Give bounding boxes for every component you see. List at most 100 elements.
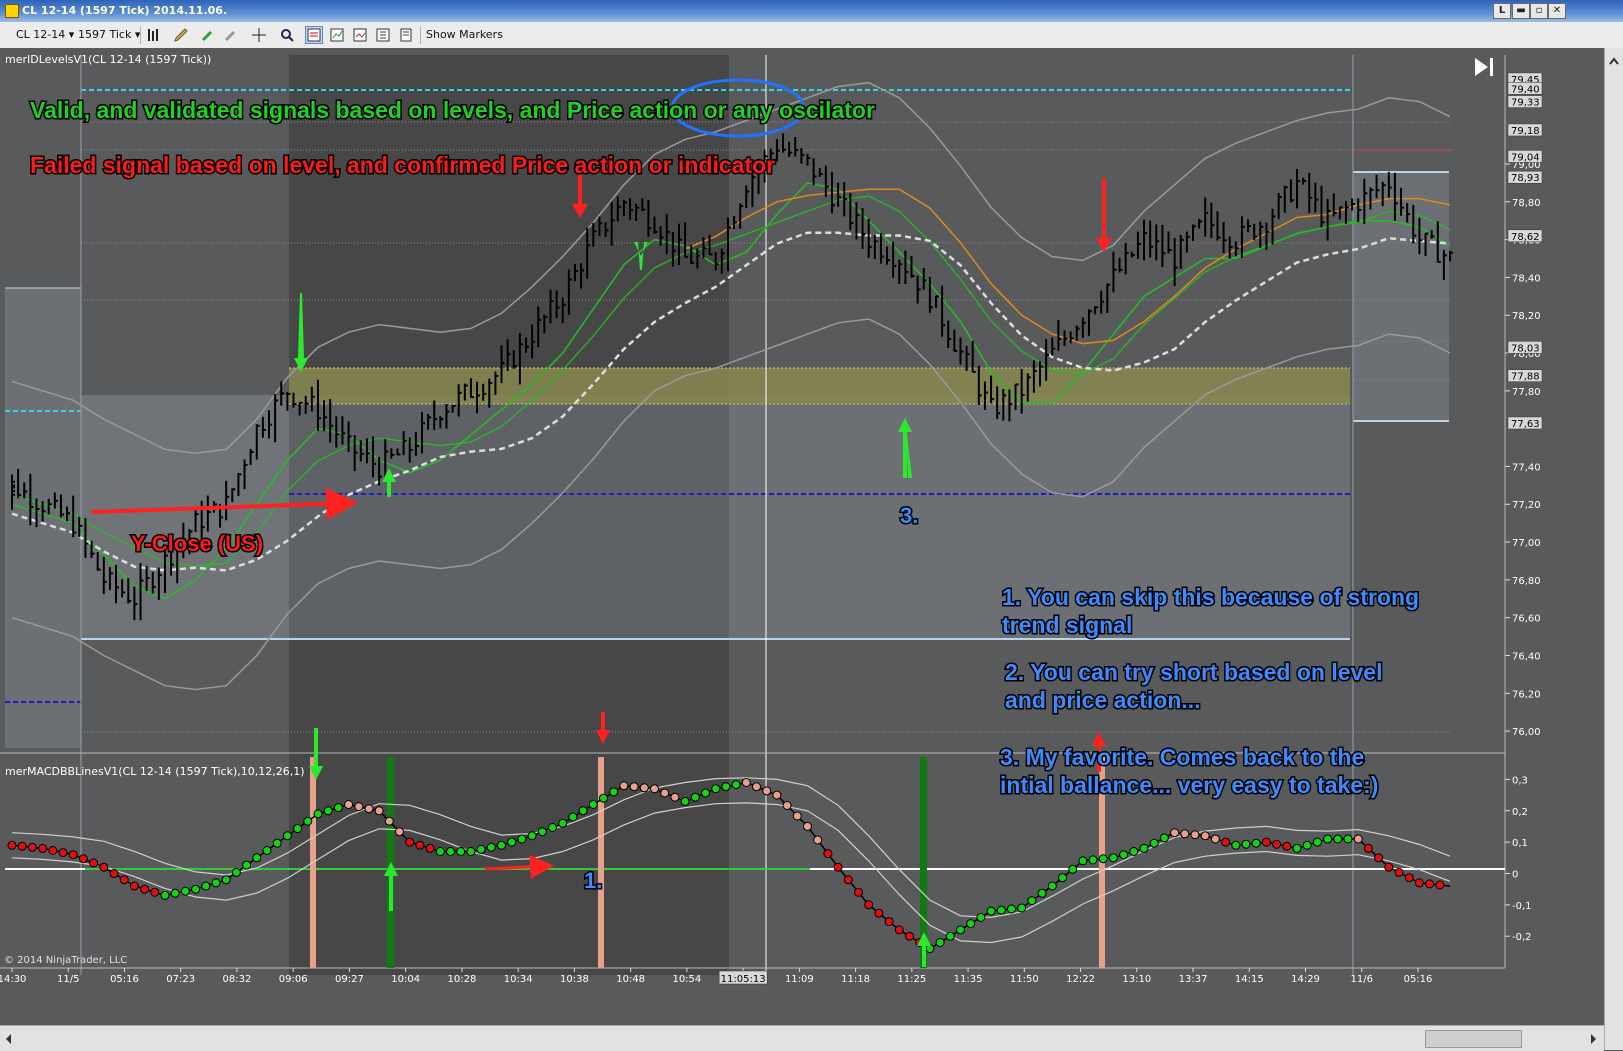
minimize-button[interactable]: ▬ — [1512, 3, 1530, 19]
macd-dot — [384, 816, 394, 826]
interval-selector[interactable]: 1597 Tick ▾ — [78, 27, 140, 43]
macd-dot — [731, 780, 741, 790]
macd-dot — [772, 790, 782, 800]
macd-dot — [517, 834, 527, 844]
time-tick-label: 10:38 — [560, 974, 589, 985]
macd-dot — [1027, 896, 1037, 906]
failed-signal-note: Failed signal based on level, and confir… — [30, 152, 775, 178]
template-icon[interactable] — [397, 26, 415, 44]
macd-dot — [1078, 856, 1088, 866]
show-markers-button[interactable]: Show Markers — [426, 27, 503, 43]
marker-off-icon[interactable] — [222, 26, 240, 44]
macd-dot — [1251, 838, 1261, 848]
instrument-selector[interactable]: CL 12-14 ▾ — [16, 27, 74, 43]
macd-tick-label: 0,1 — [1512, 838, 1528, 849]
macd-dot — [1343, 834, 1353, 844]
macd-dot — [874, 908, 884, 918]
marker-icon[interactable] — [199, 26, 217, 44]
chevron-down-icon: ▾ — [68, 28, 75, 41]
macd-dot — [497, 840, 506, 850]
macd-dot — [68, 850, 78, 860]
scroll-thumb[interactable] — [1425, 1030, 1522, 1048]
scroll-up-icon[interactable] — [1605, 52, 1623, 72]
macd-dot — [252, 853, 262, 863]
chart-area[interactable]: 79,0078,8078,6078,4078,2078,0077,8077,40… — [0, 48, 1623, 1050]
strategies-icon[interactable] — [374, 26, 392, 44]
time-tick-label: 10:54 — [672, 974, 701, 985]
horizontal-scrollbar[interactable] — [0, 1025, 1604, 1051]
macd-dot — [1261, 837, 1271, 847]
macd-dot — [1007, 904, 1016, 914]
macd-dot — [1180, 829, 1190, 839]
time-tick-label: 13:37 — [1179, 974, 1208, 985]
macd-dot — [884, 917, 894, 927]
note-1-line-2: trend signal — [1002, 612, 1132, 638]
price-badge-label: 78,93 — [1511, 173, 1540, 184]
time-tick-label: 10:48 — [616, 974, 645, 985]
macd-dot — [1200, 831, 1210, 841]
time-tick-label: 11:50 — [1010, 974, 1039, 985]
macd-dot — [558, 818, 568, 828]
macd-dot — [660, 788, 670, 798]
price-panel-title: merIDLevelsV1(CL 12-14 (1597 Tick)) — [5, 53, 211, 66]
macd-dot — [333, 803, 343, 813]
valid-signals-note: Valid, and validated signals based on le… — [30, 97, 875, 123]
time-tick-label: 13:10 — [1122, 974, 1151, 985]
macd-dot — [1047, 881, 1057, 891]
draw-pencil-icon[interactable] — [172, 26, 190, 44]
data-box-icon[interactable] — [305, 26, 323, 44]
macd-dot — [415, 840, 425, 850]
macd-dot — [1058, 873, 1067, 883]
time-tick-label: 11/5 — [57, 974, 79, 985]
crosshair-icon[interactable] — [250, 26, 268, 44]
macd-dot — [38, 843, 48, 853]
label-1: 1. — [584, 868, 602, 893]
macd-dot — [833, 862, 843, 872]
close-button[interactable]: ✕ — [1548, 3, 1566, 19]
restore-small-button[interactable]: L — [1493, 3, 1511, 19]
scroll-left-icon[interactable] — [2, 1029, 16, 1049]
macd-dot — [1302, 840, 1312, 850]
price-tick-label: 78,40 — [1512, 273, 1541, 284]
note-1-line-1: 1. You can skip this because of strong — [1002, 584, 1419, 610]
scroll-right-icon[interactable] — [1586, 1029, 1600, 1049]
macd-dot — [374, 806, 384, 816]
time-tick-label: 14:29 — [1291, 974, 1320, 985]
indicators-icon[interactable] — [351, 26, 369, 44]
time-tick-label: 14:15 — [1235, 974, 1264, 985]
macd-dot — [1353, 834, 1363, 844]
macd-dot — [935, 938, 945, 947]
properties-icon[interactable] — [328, 26, 346, 44]
macd-dot — [1088, 855, 1098, 865]
macd-dot — [313, 809, 323, 819]
macd-dot — [1159, 833, 1169, 843]
macd-dot — [405, 837, 415, 847]
ib-zone — [289, 368, 1350, 404]
macd-dot — [996, 905, 1006, 915]
macd-tick-label: -0,1 — [1512, 901, 1532, 912]
macd-dot — [527, 831, 537, 841]
macd-dot — [1241, 839, 1251, 849]
macd-dot — [160, 890, 170, 900]
time-tick-label: 10:34 — [504, 974, 533, 985]
bar-style-icon[interactable] — [145, 26, 163, 44]
macd-dot — [1394, 867, 1404, 877]
macd-dot — [864, 900, 874, 910]
macd-dot — [650, 784, 659, 794]
zoom-icon[interactable] — [278, 26, 296, 44]
time-tick-label: 05:16 — [1404, 974, 1433, 985]
macd-dot — [1272, 839, 1282, 849]
macd-dot — [1231, 840, 1241, 850]
chart-toolbar: CL 12-14 ▾ 1597 Tick ▾ Show Markers — [0, 22, 1623, 49]
time-tick-label: 11:35 — [954, 974, 983, 985]
macd-dot — [446, 847, 455, 856]
macd-dot — [58, 848, 68, 858]
macd-dot — [262, 846, 272, 855]
app-icon — [5, 4, 19, 18]
macd-dot — [1425, 879, 1435, 889]
macd-dot — [507, 837, 517, 847]
macd-dot — [425, 843, 435, 853]
vertical-scrollbar[interactable] — [1604, 48, 1623, 1050]
title-bar: CL 12-14 (1597 Tick) 2014.11.06. L ▬ ▫ ✕ — [0, 0, 1623, 22]
maximize-button[interactable]: ▫ — [1530, 3, 1548, 19]
